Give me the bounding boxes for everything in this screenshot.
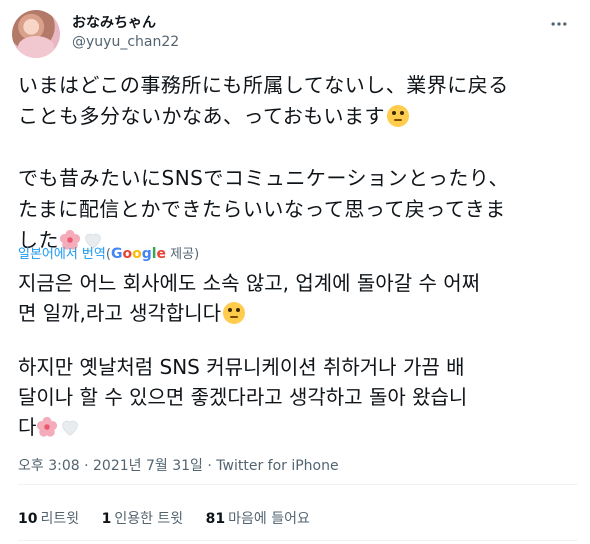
- translated-line: 다: [18, 412, 578, 442]
- tweet-line-text: ことも多分ないかなあ、っておもいます: [18, 104, 385, 128]
- translation-by-close: 제공): [166, 247, 200, 262]
- tweet-line: たまに配信とかできたらいいなって思って戻ってきま: [18, 197, 506, 221]
- meta-separator: ·: [79, 458, 94, 474]
- translated-line-text: 면 일까,라고 생각합니다: [18, 301, 222, 325]
- white-heart-icon: [62, 420, 79, 436]
- quote-tweets-label: 인용한 트윗: [114, 511, 184, 527]
- avatar[interactable]: [12, 10, 60, 58]
- tweet-text: いまはどこの事務所にも所属してないし、業界に戻る ことも多分ないかなあ、っておも…: [18, 70, 578, 256]
- tweet-stats: 10 리트윗 1 인용한 트윗 81 마음에 들어요: [18, 508, 328, 528]
- quote-tweets-count: 1: [101, 511, 112, 527]
- cherry-blossom-icon: [37, 416, 58, 437]
- more-horizontal-icon: [551, 22, 567, 26]
- tweet-header: おなみちゃん @yuyu_chan22: [12, 8, 578, 60]
- tweet-line: いまはどこの事務所にも所属してないし、業界に戻る: [18, 73, 509, 97]
- display-name[interactable]: おなみちゃん: [72, 12, 156, 32]
- tweet-metadata: 오후 3:08 · 2021년 7월 31일 · Twitter for iPh…: [18, 455, 339, 475]
- translation-label[interactable]: 일본어에서 번역(Google 제공): [18, 243, 199, 262]
- face-with-rolling-eyes-icon: [387, 105, 409, 127]
- meta-separator: ·: [202, 458, 217, 474]
- face-with-rolling-eyes-icon: [223, 302, 246, 324]
- tweet-source[interactable]: Twitter for iPhone: [216, 458, 338, 474]
- divider: [18, 484, 578, 485]
- retweets-label: 리트윗: [40, 511, 80, 527]
- user-handle[interactable]: @yuyu_chan22: [72, 34, 179, 50]
- translated-text: 지금은 어느 회사에도 소속 않고, 업계에 돌아갈 수 어쩌 면 일까,라고 …: [18, 268, 578, 442]
- translated-from-text: 일본어에서 번역: [18, 247, 106, 262]
- translated-line-text: 다: [18, 415, 37, 439]
- google-logo: Google: [110, 246, 167, 262]
- likes-label: 마음에 들어요: [228, 511, 310, 527]
- likes-count: 81: [205, 511, 226, 527]
- tweet-line: ことも多分ないかなあ、っておもいます: [18, 101, 578, 132]
- quote-tweets-stat[interactable]: 1 인용한 트윗: [102, 508, 184, 528]
- translated-line: 달이나 할 수 있으면 좋겠다라고 생각하고 돌아 왔습니: [18, 385, 468, 409]
- retweets-stat[interactable]: 10 리트윗: [18, 508, 79, 528]
- likes-stat[interactable]: 81 마음에 들어요: [206, 508, 310, 528]
- tweet-date[interactable]: 2021년 7월 31일: [93, 458, 203, 474]
- retweets-count: 10: [18, 511, 38, 527]
- translated-line: 지금은 어느 회사에도 소속 않고, 업계에 돌아갈 수 어쩌: [18, 271, 481, 295]
- translated-line: 하지만 옛날처럼 SNS 커뮤니케이션 취하거나 가끔 배: [18, 355, 465, 379]
- divider: [18, 540, 578, 541]
- tweet-line: でも昔みたいにSNSでコミュニケーションとったり、: [18, 166, 510, 190]
- tweet-time[interactable]: 오후 3:08: [18, 458, 80, 474]
- more-options-button[interactable]: [546, 12, 572, 36]
- translated-line: 면 일까,라고 생각합니다: [18, 298, 578, 328]
